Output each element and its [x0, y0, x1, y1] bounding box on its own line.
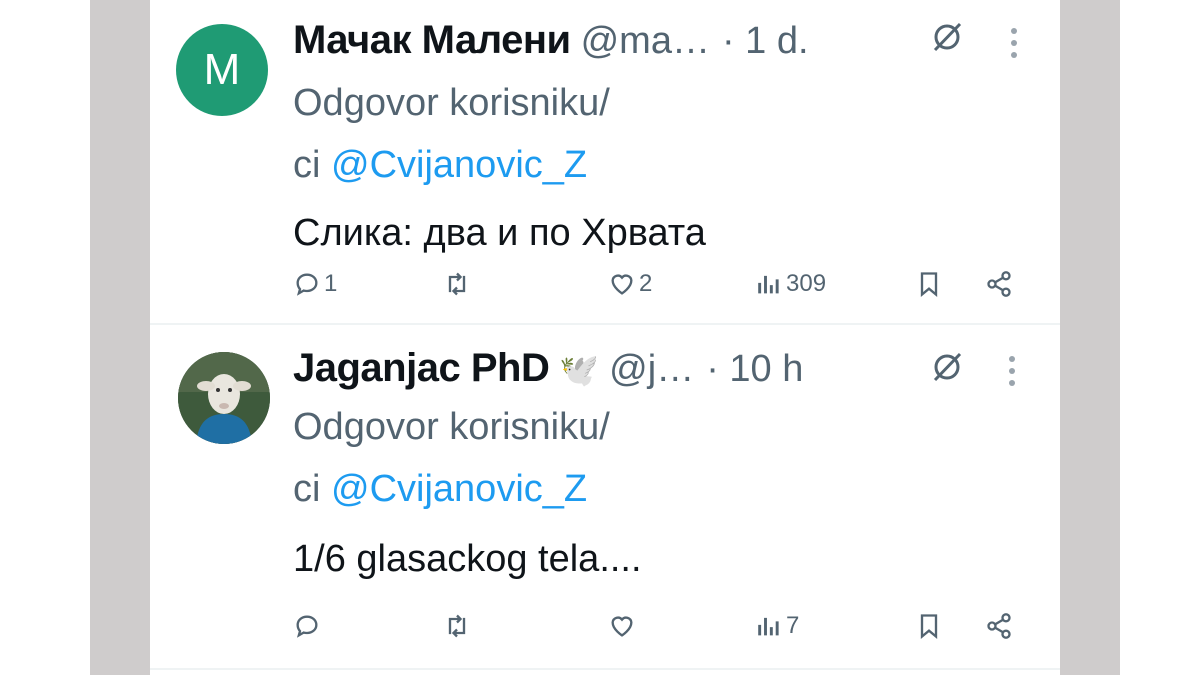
- views-icon: [758, 617, 779, 636]
- like-button[interactable]: 2: [608, 270, 652, 298]
- left-margin-bar: [90, 0, 150, 675]
- grok-icon[interactable]: [930, 350, 964, 393]
- lamb-avatar-icon: [178, 352, 270, 444]
- display-name[interactable]: Jaganjac PhD: [293, 346, 550, 391]
- tweet-divider: [150, 323, 1060, 325]
- retweet-icon: [448, 272, 466, 296]
- tweet[interactable]: Jaganjac PhD 🕊️ @j… · 10 h Odgovor koris…: [150, 326, 1060, 666]
- reply-context: Odgovor korisniku/ ci @Cvijanovic_Z: [293, 404, 610, 513]
- share-icon: [987, 613, 1011, 639]
- timeline: M Мачак Малени @ma… · 1 d. Odgovor koris…: [150, 0, 1060, 675]
- like-icon: [611, 616, 633, 637]
- share-button[interactable]: [985, 612, 1013, 640]
- tweet-text: Слика: два и по Хрвата: [293, 212, 706, 254]
- bookmark-icon: [920, 614, 938, 639]
- retweet-button[interactable]: [443, 612, 474, 640]
- avatar-letter: M: [203, 45, 241, 94]
- more-icon[interactable]: [1008, 26, 1020, 66]
- views-button[interactable]: 7: [755, 612, 799, 640]
- dove-badge-icon: 🕊️: [559, 352, 600, 388]
- tweet-header: Jaganjac PhD 🕊️ @j… · 10 h: [293, 346, 803, 391]
- like-icon: [611, 274, 633, 295]
- share-icon: [987, 271, 1011, 297]
- view-count: 309: [786, 270, 827, 297]
- like-count: 2: [639, 270, 653, 297]
- grok-icon[interactable]: [930, 20, 964, 63]
- share-button[interactable]: [985, 270, 1013, 298]
- reply-prefix-cont: ci: [293, 467, 321, 510]
- tweet-actions: 7: [293, 612, 1023, 646]
- reply-context: Odgovor korisniku/ ci @Cvijanovic_Z: [293, 80, 610, 189]
- retweet-button[interactable]: [443, 270, 474, 298]
- avatar[interactable]: M: [176, 24, 268, 116]
- tweet-divider: [150, 668, 1060, 670]
- display-name[interactable]: Мачак Малени: [293, 18, 571, 63]
- reply-icon: [296, 273, 318, 296]
- bookmark-button[interactable]: [915, 270, 943, 298]
- reply-icon: [296, 615, 318, 638]
- right-margin-bar: [1060, 0, 1120, 675]
- user-handle[interactable]: @j…: [609, 348, 694, 391]
- reply-button[interactable]: [293, 612, 324, 640]
- more-icon[interactable]: [1006, 354, 1018, 394]
- reply-prefix: Odgovor korisniku/: [293, 82, 610, 124]
- timestamp[interactable]: · 1 d.: [722, 20, 809, 63]
- retweet-icon: [448, 614, 466, 638]
- reply-button[interactable]: 1: [293, 270, 337, 298]
- user-handle[interactable]: @ma…: [581, 20, 710, 63]
- bookmark-button[interactable]: [915, 612, 943, 640]
- timestamp[interactable]: · 10 h: [706, 348, 803, 391]
- mention-link[interactable]: @Cvijanovic_Z: [331, 468, 587, 510]
- bookmark-icon: [920, 272, 938, 297]
- tweet-header: Мачак Малени @ma… · 1 d.: [293, 18, 809, 63]
- avatar[interactable]: [178, 352, 270, 444]
- tweet-text: 1/6 glasackog tela....: [293, 538, 642, 580]
- views-icon: [758, 275, 779, 294]
- tweet-actions: 1 2 309: [293, 270, 1023, 304]
- reply-prefix-cont: ci: [293, 143, 321, 186]
- views-button[interactable]: 309: [755, 270, 826, 298]
- view-count: 7: [786, 612, 800, 639]
- mention-link[interactable]: @Cvijanovic_Z: [331, 144, 587, 186]
- reply-prefix: Odgovor korisniku/: [293, 406, 610, 448]
- like-button[interactable]: [608, 612, 639, 640]
- tweet[interactable]: M Мачак Малени @ma… · 1 d. Odgovor koris…: [150, 0, 1060, 322]
- reply-count: 1: [324, 270, 338, 297]
